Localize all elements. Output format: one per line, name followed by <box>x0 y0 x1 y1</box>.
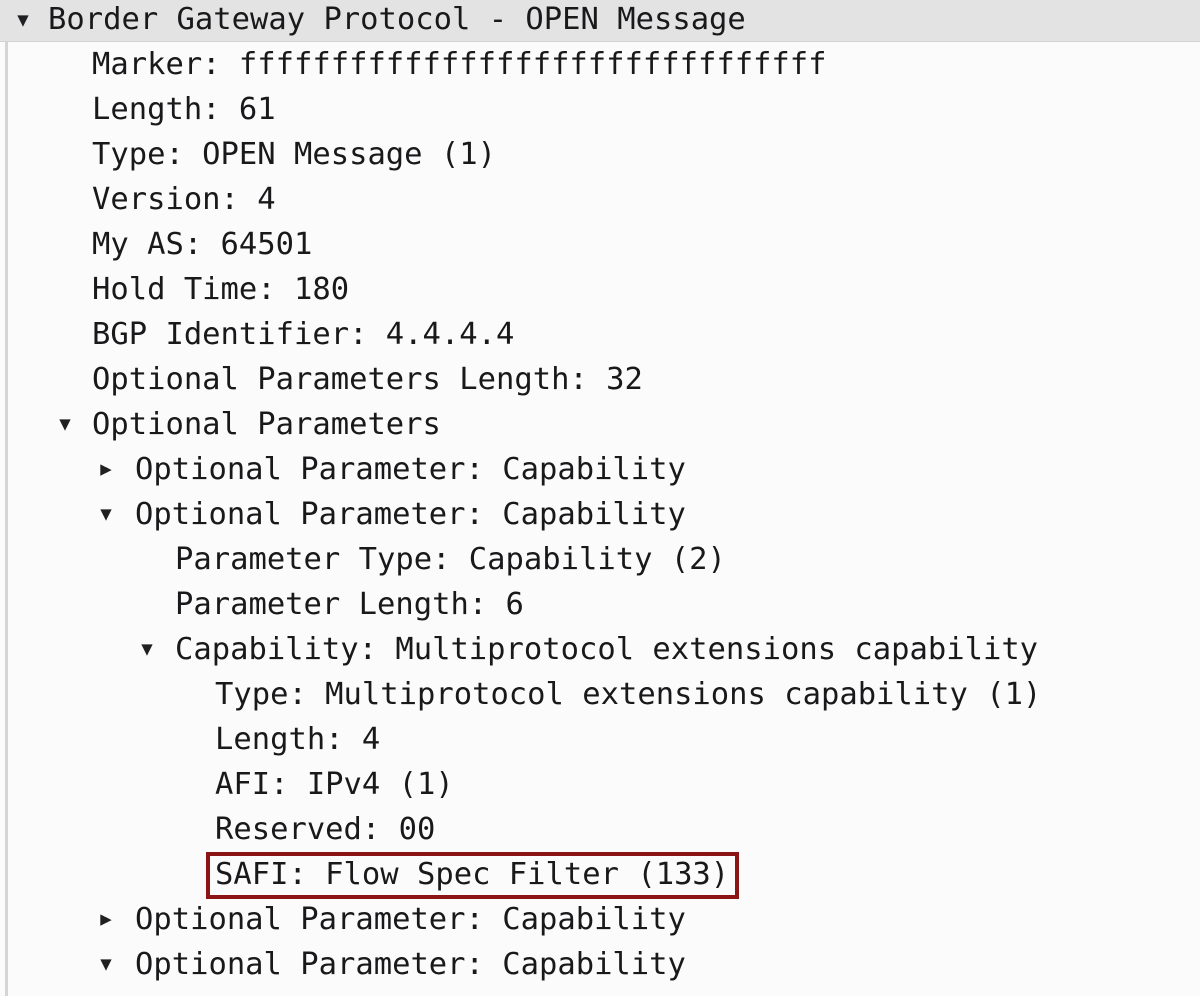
tree-row-label: AFI: IPv4 (1) <box>215 767 454 802</box>
highlighted-field-label: SAFI: Flow Spec Filter (133) <box>206 852 740 899</box>
chevron-right-icon[interactable]: ▶ <box>93 447 119 492</box>
tree-row-label: Parameter Type: Capability (2) <box>175 542 726 577</box>
protocol-tree-row[interactable]: Type: OPEN Message (1) <box>0 132 1200 177</box>
chevron-down-icon[interactable]: ▼ <box>93 492 119 537</box>
tree-row-label: Length: 4 <box>215 722 381 757</box>
protocol-tree-row[interactable]: BGP Identifier: 4.4.4.4 <box>0 312 1200 357</box>
tree-row-label: Length: 61 <box>92 92 276 127</box>
chevron-down-icon[interactable]: ▼ <box>52 402 78 447</box>
tree-row-label: Hold Time: 180 <box>92 272 350 307</box>
tree-row-label: Version: 4 <box>92 182 276 217</box>
protocol-tree-row[interactable]: Parameter Type: Capability (2) <box>0 537 1200 582</box>
protocol-tree-root-row[interactable]: ▼ Border Gateway Protocol - OPEN Message <box>0 0 1200 42</box>
protocol-tree-row[interactable]: ▼ Optional Parameter: Capability <box>0 492 1200 537</box>
protocol-tree-row[interactable]: Reserved: 00 <box>0 807 1200 852</box>
protocol-tree-row[interactable]: Marker: ffffffffffffffffffffffffffffffff <box>0 42 1200 87</box>
protocol-tree-row[interactable]: ▼ Optional Parameters <box>0 402 1200 447</box>
tree-row-label: BGP Identifier: 4.4.4.4 <box>92 317 515 352</box>
tree-row-label: Optional Parameters <box>92 407 441 442</box>
protocol-tree-row[interactable]: Optional Parameters Length: 32 <box>0 357 1200 402</box>
tree-row-label: Capability: Multiprotocol extensions cap… <box>175 632 1039 667</box>
protocol-tree-row[interactable]: ▼ Capability: Multiprotocol extensions ca… <box>0 627 1200 672</box>
tree-row-label: Marker: ffffffffffffffffffffffffffffffff <box>92 47 827 82</box>
protocol-tree-row[interactable]: Length: 4 <box>0 717 1200 762</box>
tree-row-label: My AS: 64501 <box>92 227 313 262</box>
protocol-tree-row[interactable]: Parameter Length: 6 <box>0 582 1200 627</box>
chevron-right-icon[interactable]: ▶ <box>93 897 119 942</box>
protocol-tree-row[interactable]: ▶ Optional Parameter: Capability <box>0 897 1200 942</box>
tree-row-label: Type: Multiprotocol extensions capabilit… <box>215 677 1042 712</box>
packet-details-pane[interactable]: ▼ Border Gateway Protocol - OPEN Message M… <box>0 0 1200 996</box>
protocol-tree-row[interactable]: ▼ Optional Parameter: Capability <box>0 942 1200 987</box>
tree-row-label: Border Gateway Protocol - OPEN Message <box>48 2 746 37</box>
tree-row-label: Type: OPEN Message (1) <box>92 137 496 172</box>
tree-row-label: Optional Parameter: Capability <box>135 947 686 982</box>
protocol-tree-row[interactable]: Length: 61 <box>0 87 1200 132</box>
protocol-tree-row[interactable]: Type: Multiprotocol extensions capabilit… <box>0 672 1200 717</box>
chevron-down-icon[interactable]: ▼ <box>93 942 119 987</box>
protocol-tree-row[interactable]: AFI: IPv4 (1) <box>0 762 1200 807</box>
protocol-tree-row[interactable]: SAFI: Flow Spec Filter (133) <box>0 852 1200 899</box>
tree-row-label: Optional Parameter: Capability <box>135 497 686 532</box>
tree-row-label: Parameter Length: 6 <box>175 587 524 622</box>
chevron-down-icon[interactable]: ▼ <box>10 0 36 41</box>
tree-row-label: Optional Parameters Length: 32 <box>92 362 643 397</box>
protocol-tree-row[interactable]: Version: 4 <box>0 177 1200 222</box>
tree-row-label: Reserved: 00 <box>215 812 436 847</box>
protocol-tree-row[interactable]: Hold Time: 180 <box>0 267 1200 312</box>
protocol-tree-row[interactable]: ▶ Optional Parameter: Capability <box>0 447 1200 492</box>
chevron-down-icon[interactable]: ▼ <box>134 627 160 672</box>
tree-row-label: Optional Parameter: Capability <box>135 452 686 487</box>
tree-row-label: Optional Parameter: Capability <box>135 902 686 937</box>
protocol-tree-row[interactable]: My AS: 64501 <box>0 222 1200 267</box>
